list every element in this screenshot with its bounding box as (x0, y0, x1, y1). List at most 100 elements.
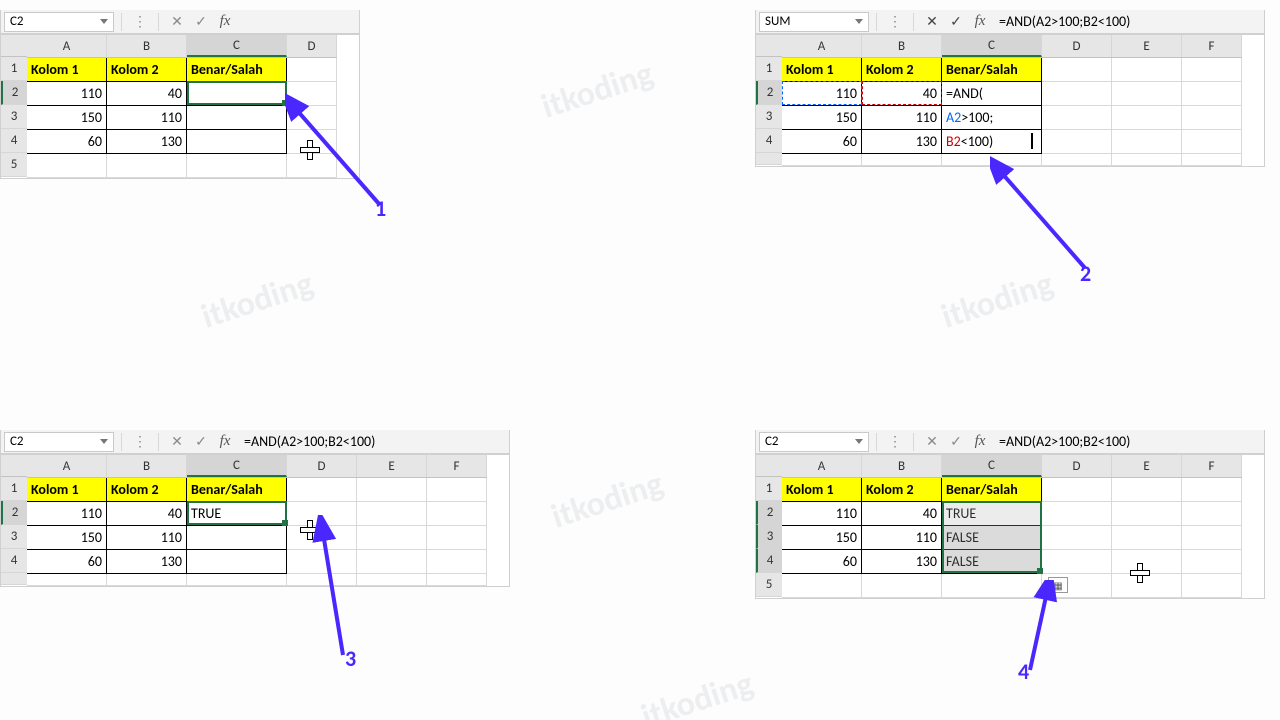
cell[interactable] (1042, 478, 1112, 502)
cell[interactable] (427, 526, 487, 550)
cell[interactable]: 110 (862, 106, 942, 130)
cell[interactable] (427, 502, 487, 526)
worksheet-grid[interactable]: 1 2 3 4 A B C D E F Kolom 1 Kolom 2 Bena… (0, 454, 510, 587)
cell[interactable] (27, 154, 107, 178)
formula-input[interactable]: =AND(A2>100;B2<100) (238, 433, 506, 450)
cell[interactable] (1112, 574, 1182, 598)
cell[interactable] (287, 526, 357, 550)
cell[interactable]: 110 (27, 502, 107, 526)
cell[interactable] (427, 550, 487, 574)
cell[interactable] (1112, 82, 1182, 106)
header-cell[interactable]: Benar/Salah (942, 58, 1042, 82)
cell[interactable] (1112, 502, 1182, 526)
cell[interactable]: 110 (107, 526, 187, 550)
cell[interactable] (1112, 550, 1182, 574)
col-header[interactable]: A (782, 455, 862, 477)
cell[interactable] (187, 550, 287, 574)
cell[interactable] (1042, 502, 1112, 526)
cell[interactable] (187, 82, 287, 106)
col-header[interactable]: B (862, 35, 942, 57)
cell[interactable] (187, 574, 287, 586)
col-header[interactable]: C (187, 455, 287, 477)
col-header[interactable]: D (1042, 35, 1112, 57)
cell[interactable]: 110 (782, 502, 862, 526)
col-header[interactable]: E (1112, 455, 1182, 477)
col-header[interactable]: A (27, 455, 107, 477)
header-cell[interactable]: Kolom 1 (782, 58, 862, 82)
col-header[interactable]: E (1112, 35, 1182, 57)
select-all-corner[interactable] (756, 35, 782, 57)
row-header[interactable]: 2 (756, 81, 782, 105)
select-all-corner[interactable] (1, 35, 27, 57)
cell[interactable]: TRUE (942, 502, 1042, 526)
cell[interactable]: 60 (27, 130, 107, 154)
cancel-icon[interactable]: ✕ (921, 12, 943, 32)
col-header[interactable]: D (287, 35, 337, 57)
cell[interactable]: 110 (782, 82, 862, 106)
name-box[interactable]: C2 (759, 432, 869, 452)
cancel-icon[interactable]: ✕ (166, 432, 188, 452)
worksheet-grid[interactable]: 1 2 3 4 A B C D E F Kolom 1 Kolom 2 Bena… (755, 34, 1265, 167)
cell[interactable] (942, 574, 1042, 598)
cell[interactable] (1112, 130, 1182, 154)
cell[interactable] (357, 502, 427, 526)
cell-editing[interactable]: B2<100) (942, 130, 1042, 154)
row-header[interactable]: 5 (756, 573, 782, 597)
cell[interactable] (287, 154, 337, 178)
header-cell[interactable]: Kolom 1 (27, 478, 107, 502)
cell[interactable] (107, 154, 187, 178)
cell[interactable]: 110 (107, 106, 187, 130)
cell[interactable] (287, 106, 337, 130)
name-box[interactable]: C2 (4, 12, 114, 32)
row-header[interactable]: 3 (1, 525, 27, 549)
cell[interactable]: 60 (782, 550, 862, 574)
cell[interactable] (1182, 154, 1242, 166)
header-cell[interactable]: Benar/Salah (187, 478, 287, 502)
cell[interactable]: 60 (782, 130, 862, 154)
cell[interactable] (287, 502, 357, 526)
cell[interactable]: 60 (27, 550, 107, 574)
cell[interactable] (1042, 154, 1112, 166)
row-header[interactable]: 1 (1, 57, 27, 81)
vdots-icon[interactable]: ⋮ (884, 432, 906, 452)
cell[interactable]: 150 (27, 106, 107, 130)
cell[interactable] (1112, 106, 1182, 130)
row-header[interactable]: 3 (756, 525, 782, 549)
cell[interactable] (1182, 106, 1242, 130)
cell[interactable] (357, 550, 427, 574)
enter-icon[interactable]: ✓ (945, 12, 967, 32)
cell[interactable] (1182, 82, 1242, 106)
cell[interactable] (287, 478, 357, 502)
col-header[interactable]: A (27, 35, 107, 57)
cell[interactable] (187, 154, 287, 178)
row-header[interactable]: 4 (1, 549, 27, 573)
select-all-corner[interactable] (756, 455, 782, 477)
enter-icon[interactable]: ✓ (945, 432, 967, 452)
header-cell[interactable]: Benar/Salah (942, 478, 1042, 502)
cell[interactable] (287, 130, 337, 154)
cell[interactable] (1042, 58, 1112, 82)
row-header[interactable]: 5 (1, 153, 27, 177)
cell[interactable] (1182, 550, 1242, 574)
header-cell[interactable]: Kolom 2 (107, 58, 187, 82)
cell[interactable] (287, 574, 357, 586)
cell[interactable]: 110 (27, 82, 107, 106)
cell-editing[interactable]: A2>100; (942, 106, 1042, 130)
cell[interactable] (782, 574, 862, 598)
cell[interactable] (187, 106, 287, 130)
cell[interactable]: 110 (862, 526, 942, 550)
cell[interactable] (1042, 82, 1112, 106)
row-header[interactable]: 1 (756, 477, 782, 501)
cell[interactable] (27, 574, 107, 586)
cell[interactable] (1112, 526, 1182, 550)
header-cell[interactable]: Kolom 2 (862, 478, 942, 502)
cell[interactable] (782, 154, 862, 166)
row-header[interactable]: 2 (1, 501, 27, 525)
cell[interactable]: 40 (862, 82, 942, 106)
col-header[interactable]: F (1182, 455, 1242, 477)
row-header[interactable]: 1 (1, 477, 27, 501)
cell[interactable]: TRUE (187, 502, 287, 526)
vdots-icon[interactable]: ⋮ (884, 12, 906, 32)
cell[interactable] (862, 574, 942, 598)
enter-icon[interactable]: ✓ (190, 12, 212, 32)
